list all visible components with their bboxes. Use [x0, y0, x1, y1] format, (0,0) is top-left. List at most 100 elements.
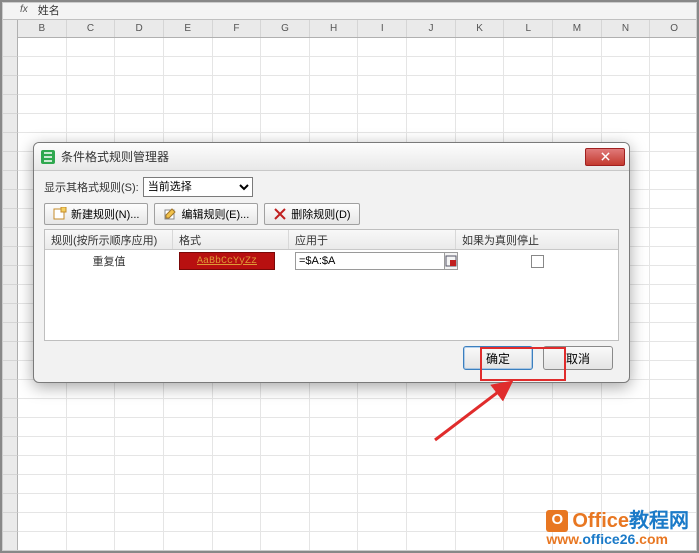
cell[interactable]	[602, 399, 651, 418]
cell[interactable]	[18, 475, 67, 494]
cell[interactable]	[358, 513, 407, 532]
cell[interactable]	[164, 399, 213, 418]
row-header[interactable]	[0, 532, 18, 551]
cell[interactable]	[602, 456, 651, 475]
cell[interactable]	[407, 456, 456, 475]
cell[interactable]	[164, 38, 213, 57]
row-header[interactable]	[0, 513, 18, 532]
cell[interactable]	[553, 399, 602, 418]
cell[interactable]	[261, 532, 310, 551]
cell[interactable]	[213, 475, 262, 494]
cell[interactable]	[18, 494, 67, 513]
rule-row[interactable]: 重复值 AaBbCcYyZz	[45, 250, 618, 272]
cell[interactable]	[67, 95, 116, 114]
ok-button[interactable]: 确定	[463, 346, 533, 370]
col-header[interactable]: H	[310, 20, 359, 37]
cell[interactable]	[310, 456, 359, 475]
cell[interactable]	[650, 475, 699, 494]
cell[interactable]	[650, 228, 699, 247]
cell[interactable]	[18, 456, 67, 475]
cell[interactable]	[602, 437, 651, 456]
col-header[interactable]: O	[650, 20, 699, 37]
cell[interactable]	[504, 76, 553, 95]
cell[interactable]	[261, 114, 310, 133]
cell[interactable]	[261, 513, 310, 532]
cell[interactable]	[213, 57, 262, 76]
cell[interactable]	[115, 437, 164, 456]
cell[interactable]	[358, 399, 407, 418]
cell[interactable]	[650, 418, 699, 437]
cell[interactable]	[115, 57, 164, 76]
cell[interactable]	[650, 38, 699, 57]
cell[interactable]	[115, 114, 164, 133]
cell[interactable]	[650, 114, 699, 133]
cell[interactable]	[358, 475, 407, 494]
row-header[interactable]	[0, 38, 18, 57]
cell[interactable]	[18, 57, 67, 76]
cell[interactable]	[213, 95, 262, 114]
cell[interactable]	[115, 38, 164, 57]
row-header[interactable]	[0, 361, 18, 380]
cell[interactable]	[164, 114, 213, 133]
row-header[interactable]	[0, 342, 18, 361]
col-header[interactable]: B	[18, 20, 67, 37]
cell[interactable]	[456, 57, 505, 76]
col-header[interactable]: I	[358, 20, 407, 37]
row-header[interactable]	[0, 95, 18, 114]
cell[interactable]	[310, 95, 359, 114]
row-header[interactable]	[0, 76, 18, 95]
cell[interactable]	[650, 171, 699, 190]
cell[interactable]	[504, 114, 553, 133]
cell[interactable]	[261, 38, 310, 57]
cell[interactable]	[553, 456, 602, 475]
cell[interactable]	[261, 437, 310, 456]
row-header[interactable]	[0, 437, 18, 456]
cell[interactable]	[67, 532, 116, 551]
cell[interactable]	[213, 399, 262, 418]
close-button[interactable]	[585, 148, 625, 166]
cell[interactable]	[504, 95, 553, 114]
cell[interactable]	[456, 38, 505, 57]
cell[interactable]	[553, 437, 602, 456]
col-header[interactable]: G	[261, 20, 310, 37]
cell[interactable]	[310, 437, 359, 456]
cell[interactable]	[67, 513, 116, 532]
edit-rule-button[interactable]: 编辑规则(E)...	[154, 203, 258, 225]
cell[interactable]	[407, 114, 456, 133]
cell[interactable]	[164, 494, 213, 513]
cell[interactable]	[164, 57, 213, 76]
cell[interactable]	[504, 437, 553, 456]
row-header[interactable]	[0, 285, 18, 304]
cell[interactable]	[650, 285, 699, 304]
col-header[interactable]: J	[407, 20, 456, 37]
cell[interactable]	[650, 323, 699, 342]
row-header[interactable]	[0, 304, 18, 323]
row-header[interactable]	[0, 171, 18, 190]
row-header[interactable]	[0, 323, 18, 342]
row-header[interactable]	[0, 494, 18, 513]
show-rules-select[interactable]: 当前选择	[143, 177, 253, 197]
cell[interactable]	[261, 418, 310, 437]
cell[interactable]	[18, 418, 67, 437]
row-header[interactable]	[0, 418, 18, 437]
cell[interactable]	[358, 456, 407, 475]
cell[interactable]	[164, 475, 213, 494]
cell[interactable]	[18, 38, 67, 57]
cell[interactable]	[213, 532, 262, 551]
cell[interactable]	[407, 418, 456, 437]
cell[interactable]	[213, 494, 262, 513]
cell[interactable]	[504, 38, 553, 57]
cell[interactable]	[164, 437, 213, 456]
cell[interactable]	[18, 532, 67, 551]
cell[interactable]	[261, 95, 310, 114]
cell[interactable]	[261, 399, 310, 418]
row-header[interactable]	[0, 228, 18, 247]
cell[interactable]	[261, 475, 310, 494]
cell[interactable]	[115, 494, 164, 513]
cell[interactable]	[213, 418, 262, 437]
cell[interactable]	[67, 437, 116, 456]
cell[interactable]	[18, 513, 67, 532]
cancel-button[interactable]: 取消	[543, 346, 613, 370]
applies-to-input[interactable]	[295, 252, 445, 270]
cell[interactable]	[115, 456, 164, 475]
